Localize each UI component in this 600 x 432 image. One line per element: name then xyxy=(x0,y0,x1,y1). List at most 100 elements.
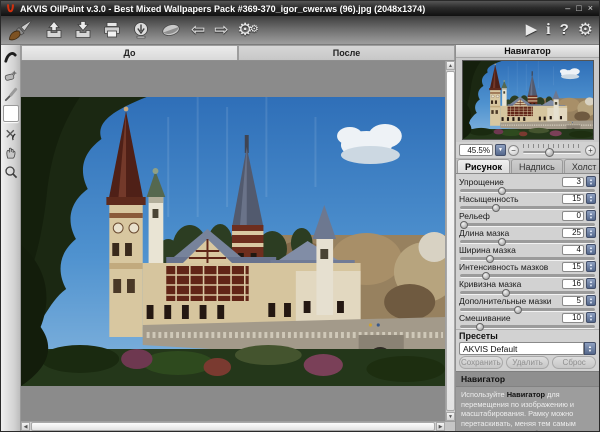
spinner-down-icon: ▼ xyxy=(589,301,593,305)
param-slider[interactable] xyxy=(460,323,595,329)
param-slider[interactable] xyxy=(460,238,595,244)
vertical-scrollbar[interactable]: ▲ ▼ xyxy=(445,61,455,421)
hand-tool[interactable] xyxy=(3,144,19,160)
redo-button[interactable]: ⇨ xyxy=(214,18,228,42)
param-label: Интенсивность мазков xyxy=(459,262,562,272)
scroll-up-icon[interactable]: ▲ xyxy=(446,61,455,70)
param-spinner[interactable]: ▲▼ xyxy=(586,312,596,323)
tab-risunok[interactable]: Рисунок xyxy=(457,159,510,173)
tool-strip xyxy=(1,45,21,431)
smudge-tool[interactable] xyxy=(3,125,19,141)
tab-before[interactable]: До xyxy=(21,45,238,60)
param-spinner[interactable]: ▲▼ xyxy=(586,244,596,255)
spinner-down-icon: ▼ xyxy=(589,216,593,220)
open-image-button[interactable] xyxy=(44,18,64,42)
param-slider-thumb[interactable] xyxy=(502,289,510,297)
horizontal-scroll-thumb[interactable] xyxy=(31,422,435,431)
preset-dropdown-button[interactable]: ▲ ▼ xyxy=(584,342,596,355)
tab-holst[interactable]: Холст xyxy=(564,159,600,173)
param-label: Дополнительные мазки xyxy=(459,296,562,306)
image-canvas[interactable] xyxy=(21,61,445,421)
param-spinner[interactable]: ▲▼ xyxy=(586,295,596,306)
param-spinner[interactable]: ▲▼ xyxy=(586,210,596,221)
help-button[interactable]: ? xyxy=(560,18,569,42)
zoom-out-button[interactable]: − xyxy=(508,145,519,156)
zoom-value-field[interactable]: 45.5% xyxy=(459,144,493,156)
spinner-down-icon: ▼ xyxy=(589,199,593,203)
param-value-field[interactable]: 15 xyxy=(562,262,584,272)
param-slider-thumb[interactable] xyxy=(514,306,522,314)
save-image-button[interactable] xyxy=(73,18,93,42)
param-slider-thumb[interactable] xyxy=(486,255,494,263)
param-slider[interactable] xyxy=(460,255,595,261)
spinner-down-icon: ▼ xyxy=(588,349,592,353)
param-slider[interactable] xyxy=(460,272,595,278)
param-slider-thumb[interactable] xyxy=(498,238,506,246)
reset-button[interactable]: Сброс xyxy=(552,356,596,369)
scroll-down-icon[interactable]: ▼ xyxy=(446,412,455,421)
tab-after[interactable]: После xyxy=(238,45,455,60)
param-spinner[interactable]: ▲▼ xyxy=(586,278,596,289)
zoom-slider[interactable] xyxy=(523,144,581,157)
param-value-field[interactable]: 4 xyxy=(562,245,584,255)
param-value-field[interactable]: 10 xyxy=(562,313,584,323)
title-bar[interactable]: AKVIS OilPaint v.3.0 - Best Mixed Wallpa… xyxy=(1,1,599,16)
delete-preset-button[interactable]: Удалить xyxy=(506,356,550,369)
horizontal-scrollbar[interactable]: ◀ ▶ xyxy=(21,422,445,431)
history-brush-tool[interactable] xyxy=(3,86,19,102)
param-slider[interactable] xyxy=(460,289,595,295)
param-slider[interactable] xyxy=(460,187,595,193)
help-body: Используйте Навигатор для перемещения по… xyxy=(456,387,599,431)
zoom-in-button[interactable]: + xyxy=(585,145,596,156)
preset-selected-value[interactable]: AKVIS Default xyxy=(459,342,584,355)
param-spinner[interactable]: ▲▼ xyxy=(586,261,596,272)
tool-swatch[interactable] xyxy=(3,105,19,122)
spinner-down-icon: ▼ xyxy=(589,233,593,237)
preferences-button[interactable]: ⚙ xyxy=(578,18,593,42)
param-slider[interactable] xyxy=(460,221,595,227)
print-button[interactable] xyxy=(102,18,122,42)
stroke-direction-tool[interactable] xyxy=(3,48,19,64)
param-value-field[interactable]: 25 xyxy=(562,228,584,238)
smudge-button[interactable] xyxy=(160,18,182,42)
about-button[interactable]: i xyxy=(546,18,550,42)
spinner-down-icon: ▼ xyxy=(589,267,593,271)
eraser-tool[interactable] xyxy=(3,67,19,83)
undo-arrow-icon: ⇦ xyxy=(191,19,205,41)
batch-processing-button[interactable]: ⚙⚙ xyxy=(238,18,259,42)
undo-button[interactable]: ⇦ xyxy=(191,18,205,42)
param-label: Кривизна мазка xyxy=(459,279,562,289)
param-slider[interactable] xyxy=(460,306,595,312)
preset-select[interactable]: AKVIS Default ▲ ▼ xyxy=(459,342,596,355)
param-label: Ширина мазка xyxy=(459,245,562,255)
param-slider-thumb[interactable] xyxy=(482,272,490,280)
param-slider[interactable] xyxy=(460,204,595,210)
param-value-field[interactable]: 15 xyxy=(562,194,584,204)
param-row-7: Кривизна мазка16▲▼ xyxy=(459,278,596,295)
upload-image-button[interactable] xyxy=(131,18,151,42)
tab-nadpis[interactable]: Надпись xyxy=(511,159,563,173)
minimize-button[interactable]: – xyxy=(565,3,570,14)
param-value-field[interactable]: 5 xyxy=(562,296,584,306)
zoom-dropdown-button[interactable]: ▼ xyxy=(495,144,506,156)
run-processing-button[interactable]: ▶ xyxy=(526,18,538,42)
vertical-scroll-thumb[interactable] xyxy=(446,71,455,411)
param-spinner[interactable]: ▲▼ xyxy=(586,227,596,238)
scroll-left-icon[interactable]: ◀ xyxy=(21,422,30,431)
navigator-thumbnail[interactable] xyxy=(462,60,594,140)
maximize-button[interactable]: □ xyxy=(576,3,581,14)
param-slider-thumb[interactable] xyxy=(498,187,506,195)
close-button[interactable]: × xyxy=(588,3,593,14)
param-slider-thumb[interactable] xyxy=(460,221,468,229)
param-spinner[interactable]: ▲▼ xyxy=(586,193,596,204)
zoom-tool[interactable] xyxy=(3,163,19,179)
param-value-field[interactable]: 0 xyxy=(562,211,584,221)
param-value-field[interactable]: 16 xyxy=(562,279,584,289)
oil-brush-icon xyxy=(7,18,33,42)
scroll-right-icon[interactable]: ▶ xyxy=(436,422,445,431)
zoom-slider-thumb[interactable] xyxy=(545,148,554,157)
save-preset-button[interactable]: Сохранить xyxy=(459,356,503,369)
navigator-title: Навигатор xyxy=(456,45,599,58)
param-value-field[interactable]: 3 xyxy=(562,177,584,187)
param-spinner[interactable]: ▲▼ xyxy=(586,176,596,187)
